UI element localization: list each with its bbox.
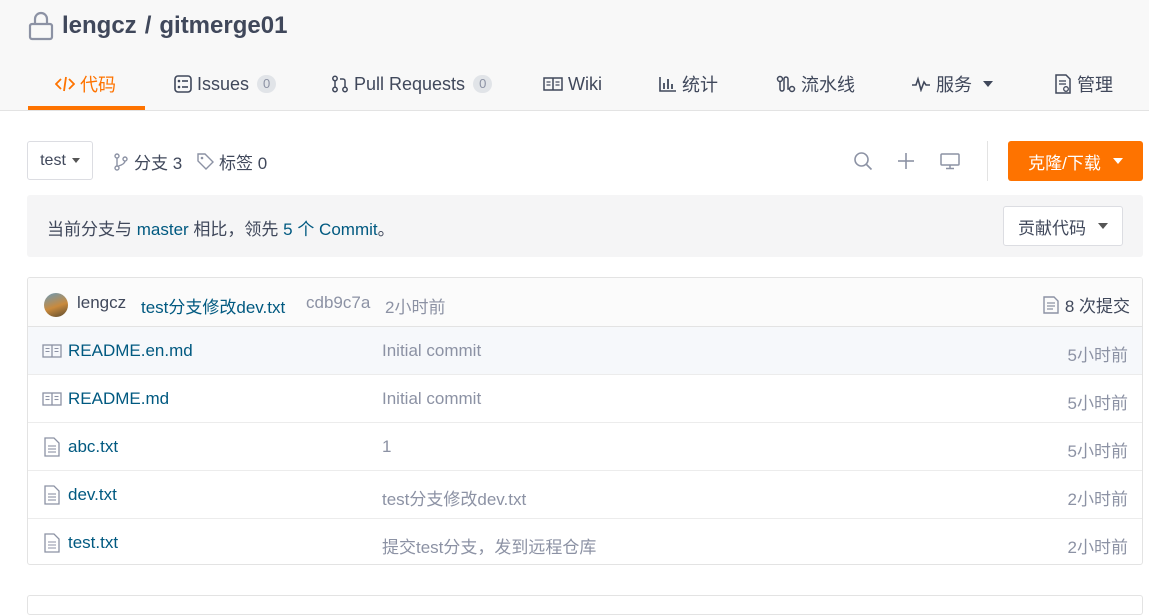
code-icon — [55, 76, 75, 92]
tab-label: 统计 — [682, 75, 718, 95]
commit-count-link[interactable]: 8 次提交 — [1043, 292, 1130, 317]
file-commit-message-link[interactable]: test分支修改dev.txt — [382, 485, 526, 510]
file-commit-message-link[interactable]: Initial commit — [382, 389, 481, 409]
commit-count-label: 8 次提交 — [1064, 297, 1130, 316]
branches-count: 分支 3 — [134, 154, 183, 173]
file-time: 2小时前 — [1067, 490, 1128, 509]
clone-download-button[interactable]: 克隆/下载 — [1008, 141, 1143, 181]
tab-services-dropdown[interactable]: 服务 — [911, 60, 993, 108]
branch-compare-bar: 当前分支与 master 相比，领先 5 个 Commit。 贡献代码 — [27, 195, 1143, 257]
readme-panel — [27, 595, 1143, 615]
file-row[interactable]: dev.txt test分支修改dev.txt 2小时前 — [28, 471, 1142, 519]
pull-requests-count-badge: 0 — [473, 75, 493, 93]
file-name-link[interactable]: README.en.md — [68, 341, 193, 361]
contribute-code-label: 贡献代码 — [1018, 218, 1086, 238]
repo-owner-link[interactable]: lengcz — [62, 12, 137, 40]
tab-pull-requests[interactable]: Pull Requests 0 — [331, 60, 493, 108]
repo-tabs: 代码 Issues 0 Pull Requests 0 Wiki 统计 流水线 … — [0, 60, 1149, 111]
chevron-down-icon — [1098, 223, 1108, 229]
tags-link[interactable]: 标签 0 — [197, 149, 267, 174]
readme-book-icon — [42, 392, 62, 406]
tab-label: 代码 — [80, 75, 116, 95]
file-row[interactable]: README.md Initial commit 5小时前 — [28, 375, 1142, 423]
latest-commit-row: lengcz test分支修改dev.txt cdb9c7a 2小时前 8 次提… — [28, 278, 1142, 327]
pipeline-icon — [776, 75, 796, 93]
contribute-code-button[interactable]: 贡献代码 — [1003, 206, 1123, 246]
web-ide-icon[interactable] — [940, 151, 960, 171]
tab-label: 管理 — [1077, 75, 1113, 95]
plus-icon[interactable] — [896, 151, 916, 171]
repo-title: lengcz / gitmerge01 — [28, 10, 287, 42]
compare-suffix: 。 — [377, 220, 395, 239]
file-commit-message-link[interactable]: 1 — [382, 437, 391, 457]
compare-prefix: 当前分支与 — [47, 220, 137, 239]
chevron-down-icon — [1112, 158, 1123, 164]
base-branch-link[interactable]: master — [137, 220, 189, 239]
file-row[interactable]: test.txt 提交test分支，发到远程仓库 2小时前 — [28, 519, 1142, 564]
ahead-commits-link[interactable]: 5 个 Commit — [283, 220, 377, 239]
file-name-link[interactable]: test.txt — [68, 533, 118, 553]
file-row[interactable]: abc.txt 1 5小时前 — [28, 423, 1142, 471]
tab-label: Issues — [197, 73, 250, 94]
chevron-down-icon — [71, 158, 80, 163]
commit-sha-link[interactable]: cdb9c7a — [306, 293, 370, 313]
file-icon — [44, 485, 60, 505]
tab-manage[interactable]: 管理 — [1054, 60, 1113, 108]
tab-code[interactable]: 代码 — [55, 60, 116, 108]
file-time: 2小时前 — [1067, 538, 1128, 557]
tab-pipeline[interactable]: 流水线 — [776, 60, 855, 108]
readme-book-icon — [42, 344, 62, 358]
settings-doc-icon — [1055, 74, 1071, 94]
issues-icon — [174, 75, 192, 93]
file-time: 5小时前 — [1067, 346, 1128, 365]
tab-label: Wiki — [568, 73, 602, 94]
file-name-link[interactable]: dev.txt — [68, 485, 117, 505]
compare-middle: 相比，领先 — [188, 220, 284, 239]
branch-select-value: test — [40, 151, 66, 169]
issues-count-badge: 0 — [257, 75, 277, 93]
wiki-icon — [543, 77, 563, 91]
file-time: 5小时前 — [1067, 394, 1128, 413]
chevron-down-icon — [983, 81, 993, 87]
tab-stats[interactable]: 统计 — [659, 60, 718, 108]
file-commit-message-link[interactable]: 提交test分支，发到远程仓库 — [382, 533, 596, 558]
active-tab-indicator — [28, 106, 145, 110]
file-row[interactable]: README.en.md Initial commit 5小时前 — [28, 327, 1142, 375]
repo-toolbar: test 分支 3 标签 0 克隆/下载 — [0, 141, 1149, 181]
clone-download-label: 克隆/下载 — [1028, 153, 1101, 173]
commit-list-icon — [1043, 295, 1059, 314]
repo-name-link[interactable]: gitmerge01 — [159, 12, 287, 40]
file-time: 5小时前 — [1067, 442, 1128, 461]
tag-icon — [197, 153, 214, 170]
repo-separator: / — [144, 12, 152, 39]
file-list: lengcz test分支修改dev.txt cdb9c7a 2小时前 8 次提… — [27, 277, 1143, 565]
branch-select[interactable]: test — [27, 141, 93, 180]
file-name-link[interactable]: abc.txt — [68, 437, 118, 457]
lock-icon — [28, 11, 54, 41]
search-icon[interactable] — [853, 151, 873, 171]
tab-label: Pull Requests — [354, 73, 466, 94]
tab-issues[interactable]: Issues 0 — [174, 60, 277, 108]
tab-wiki[interactable]: Wiki — [543, 60, 602, 108]
tab-label: 服务 — [936, 75, 972, 95]
tab-label: 流水线 — [801, 75, 855, 95]
branches-link[interactable]: 分支 3 — [113, 149, 182, 174]
toolbar-divider — [987, 141, 988, 181]
file-name-link[interactable]: README.md — [68, 389, 169, 409]
file-icon — [44, 437, 60, 457]
repo-header: lengcz / gitmerge01 代码 Issues 0 Pull Req… — [0, 0, 1149, 111]
stats-icon — [659, 77, 676, 92]
file-icon — [44, 533, 60, 553]
file-commit-message-link[interactable]: Initial commit — [382, 341, 481, 361]
tags-count: 标签 0 — [219, 154, 268, 173]
commit-author-link[interactable]: lengcz — [77, 293, 126, 313]
avatar[interactable] — [44, 293, 68, 317]
branch-compare-text: 当前分支与 master 相比，领先 5 个 Commit。 — [47, 215, 395, 240]
branch-icon — [114, 152, 128, 171]
commit-message-link[interactable]: test分支修改dev.txt — [141, 293, 285, 318]
pull-request-icon — [332, 75, 348, 93]
commit-time: 2小时前 — [385, 298, 446, 317]
service-icon — [912, 76, 930, 92]
